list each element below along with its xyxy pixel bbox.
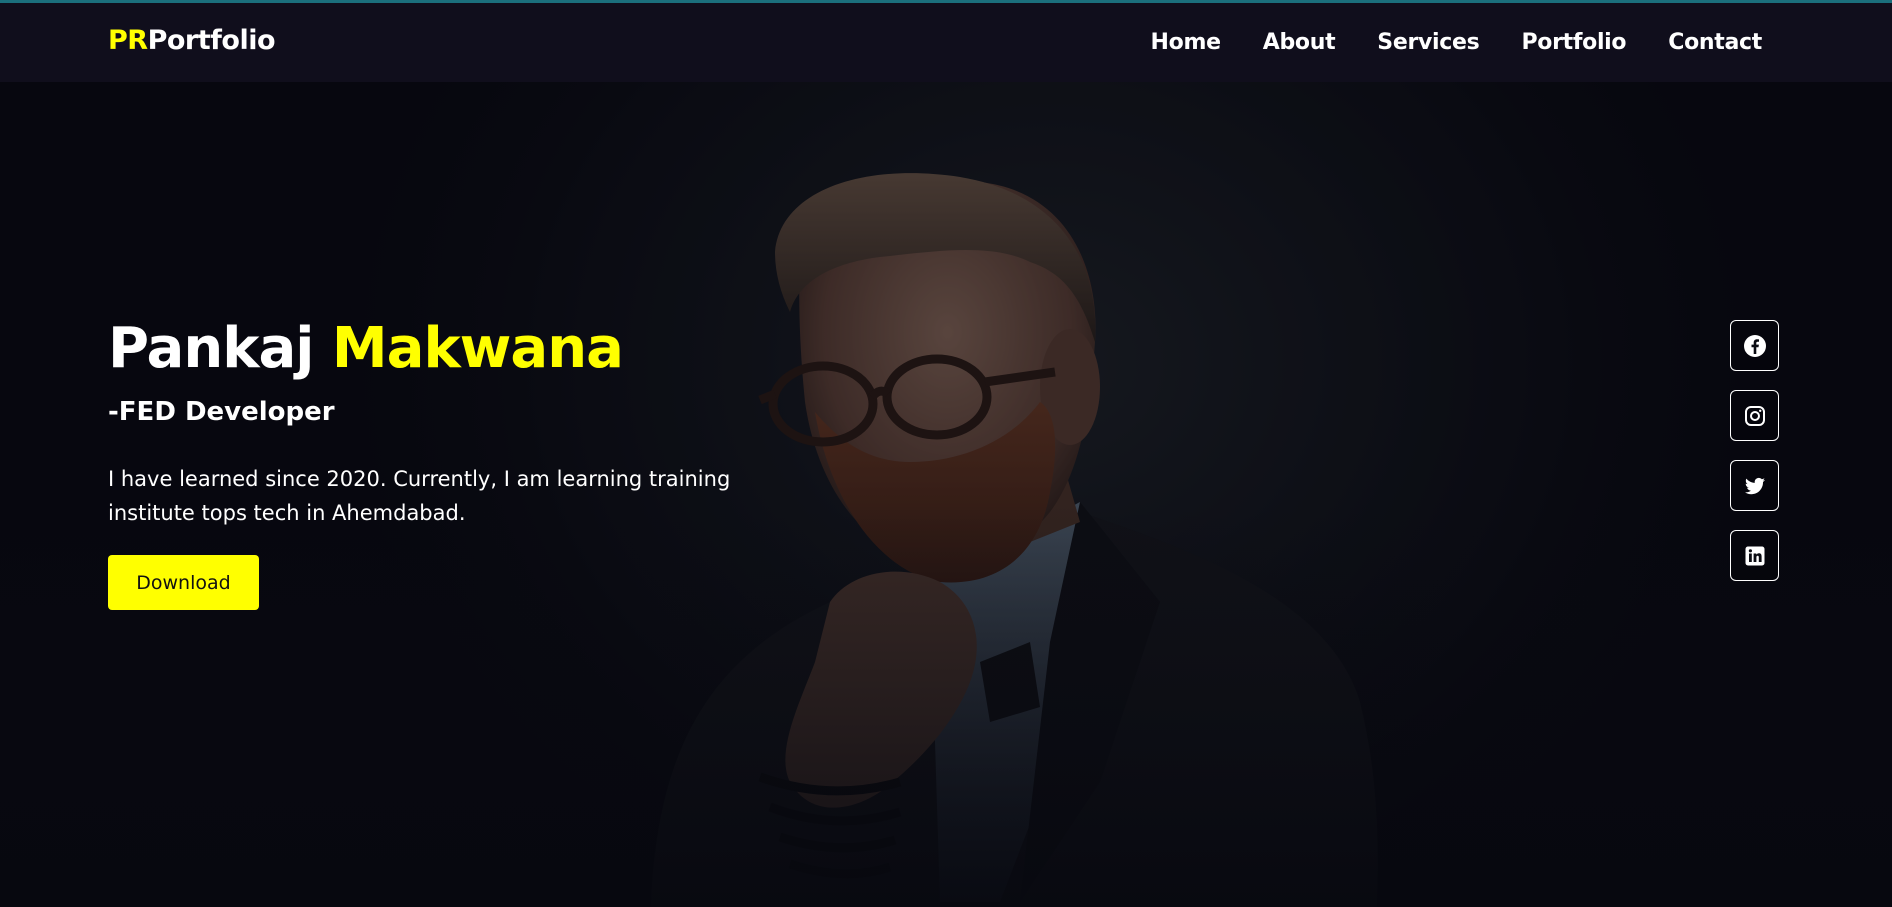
social-link-instagram[interactable] [1730, 390, 1779, 441]
linkedin-icon [1745, 546, 1764, 565]
instagram-icon [1744, 405, 1765, 426]
hero-role: -FED Developer [108, 397, 335, 427]
navbar: PRPortfolio Home About Services Portfoli… [0, 3, 1892, 82]
hero-bio: I have learned since 2020. Currently, I … [108, 467, 731, 525]
nav-link-about[interactable]: About [1263, 30, 1336, 55]
social-links [1730, 320, 1779, 600]
top-accent-line [0, 0, 1892, 3]
nav-link-services[interactable]: Services [1377, 30, 1479, 55]
nav-link-portfolio[interactable]: Portfolio [1521, 30, 1626, 55]
brand-logo-prefix: PR [108, 25, 148, 56]
brand-logo[interactable]: PRPortfolio [108, 25, 276, 56]
social-link-twitter[interactable] [1730, 460, 1779, 511]
brand-logo-suffix: Portfolio [147, 25, 276, 56]
hero-first-name: Pankaj [108, 316, 314, 381]
portfolio-page: PRPortfolio Home About Services Portfoli… [0, 0, 1892, 907]
nav-link-home[interactable]: Home [1151, 30, 1221, 55]
nav-link-contact[interactable]: Contact [1668, 30, 1762, 55]
nav-menu: Home About Services Portfolio Contact [1109, 30, 1763, 55]
hero-last-name: Makwana [331, 316, 624, 381]
hero-section: Pankaj Makwana -FED Developer I have lea… [0, 82, 1892, 907]
hero-name: Pankaj Makwana [108, 316, 624, 381]
download-button[interactable]: Download [108, 555, 259, 610]
social-link-facebook[interactable] [1730, 320, 1779, 371]
social-link-linkedin[interactable] [1730, 530, 1779, 581]
twitter-icon [1744, 477, 1765, 494]
facebook-icon [1743, 334, 1766, 357]
